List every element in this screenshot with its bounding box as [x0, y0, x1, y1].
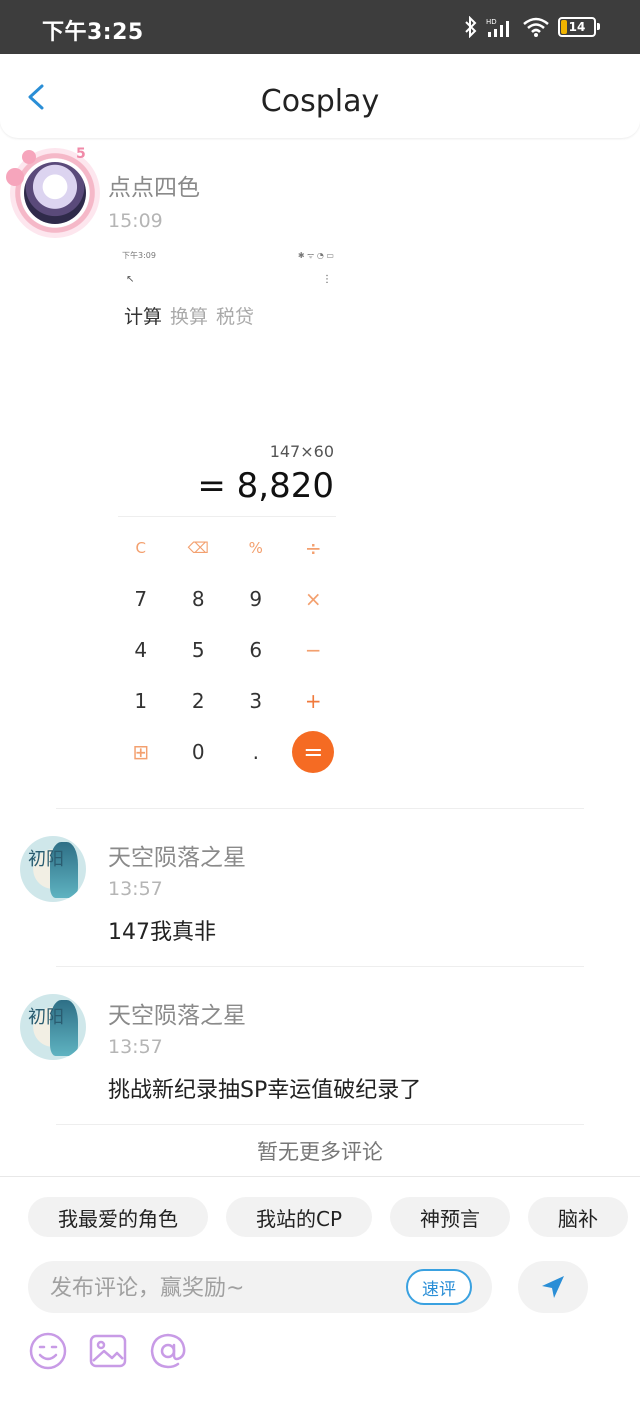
calc-key-equals: =: [285, 730, 343, 773]
calc-key: 0: [191, 739, 205, 764]
calc-key: 8: [191, 586, 205, 611]
svg-text:HD: HD: [486, 18, 497, 26]
keypad-row: 1 2 3 +: [112, 675, 342, 726]
image-menu-icon: ⋮: [322, 274, 332, 285]
status-icons: HD 14: [464, 14, 600, 40]
nav-bar: Cosplay: [0, 54, 640, 138]
topic-chip[interactable]: 我最爱的角色: [28, 1197, 208, 1237]
status-time: 下午3:25: [42, 20, 144, 45]
image-status-icons: ✱ ᯤ ◔ ▭: [297, 251, 334, 260]
calc-tab: 换算: [170, 306, 209, 328]
image-status-time: 下午3:09: [122, 251, 156, 260]
quick-review-button[interactable]: 速评: [406, 1269, 472, 1305]
frame-flower-decoration: [22, 150, 36, 164]
topic-chip[interactable]: 神预言: [390, 1197, 511, 1237]
commenter-avatar[interactable]: 初阳: [20, 994, 86, 1060]
keypad-row: 4 5 6 −: [112, 624, 342, 675]
calc-key: %: [248, 538, 263, 557]
frame-flower-decoration: [6, 168, 24, 186]
calc-key: 1: [134, 688, 148, 713]
status-bar: 下午3:25 HD 14: [0, 0, 640, 54]
at-icon: [150, 1333, 186, 1369]
calc-key: ×: [304, 586, 322, 611]
composer-tools: [28, 1331, 188, 1371]
calc-divider: [118, 516, 336, 517]
divider: [56, 808, 584, 809]
comment-time: 13:57: [108, 878, 163, 900]
wifi-icon: [523, 17, 549, 37]
divider: [56, 966, 584, 967]
battery-indicator: 14: [558, 17, 600, 37]
calc-key: .: [252, 739, 259, 764]
keypad-row: ⊞ 0 . =: [112, 726, 342, 777]
calc-key: 5: [191, 637, 205, 662]
calc-key: 9: [249, 586, 263, 611]
comment-input[interactable]: [48, 1269, 392, 1307]
calc-key: −: [304, 637, 322, 662]
topic-chip[interactable]: 我站的CP: [226, 1197, 373, 1237]
calc-key: 3: [249, 688, 263, 713]
calc-key: ÷: [304, 535, 322, 560]
calc-expression: 147×60: [269, 442, 334, 461]
calc-key: 7: [134, 586, 148, 611]
comment-input-box: 速评: [28, 1261, 492, 1313]
signal-icon: HD: [486, 18, 509, 37]
commenter-avatar[interactable]: 初阳: [20, 836, 86, 902]
image-icon: [89, 1334, 127, 1368]
emoji-icon: [29, 1332, 67, 1370]
bluetooth-icon: [465, 16, 477, 38]
emoji-button[interactable]: [28, 1331, 68, 1371]
calc-keypad: C ⌫ % ÷ 7 8 9 × 4 5 6 − 1 2 3 + ⊞ 0 . =: [112, 522, 342, 777]
send-icon: [542, 1276, 564, 1298]
calc-tab: 计算: [124, 306, 163, 328]
topic-chip[interactable]: 脑补: [528, 1197, 629, 1237]
post-image[interactable]: 下午3:09 ✱ ᯤ ◔ ▭ ↖ ⋮ 计算 换算 税贷 147×60 = 8,820…: [112, 244, 342, 784]
divider: [56, 1124, 584, 1125]
calc-key: 2: [191, 688, 205, 713]
comment-time: 13:57: [108, 1036, 163, 1058]
post-time: 15:09: [108, 210, 163, 232]
page-title: Cosplay: [260, 84, 380, 119]
calc-key: +: [304, 688, 322, 713]
calc-key: 4: [134, 637, 148, 662]
calc-key: ⊞: [132, 739, 150, 764]
topic-chips: 我最爱的角色 我站的CP 神预言 脑补: [28, 1197, 629, 1237]
calc-key: C: [135, 538, 146, 557]
comment-text: 147我真非: [108, 920, 216, 945]
comment-username[interactable]: 天空陨落之星: [108, 838, 246, 872]
comment-text: 挑战新纪录抽SP幸运值破纪录了: [108, 1078, 422, 1103]
keypad-row: 7 8 9 ×: [112, 573, 342, 624]
keypad-row: C ⌫ % ÷: [112, 522, 342, 573]
calc-key: ⌫: [187, 538, 209, 557]
comment-composer: 我最爱的角色 我站的CP 神预言 脑补 速评: [0, 1176, 640, 1423]
calculator-tabs: 计算 换算 税贷: [124, 302, 262, 329]
no-more-comments: 暂无更多评论: [257, 1140, 383, 1164]
send-button[interactable]: [518, 1261, 588, 1313]
image-arrow-icon: ↖: [126, 274, 135, 285]
avatar-image: [24, 162, 86, 224]
calc-result: = 8,820: [197, 466, 334, 506]
avatar-frame-badge: 5: [76, 146, 86, 162]
image-button[interactable]: [88, 1331, 128, 1371]
mention-button[interactable]: [148, 1331, 188, 1371]
comment-username[interactable]: 天空陨落之星: [108, 996, 246, 1030]
calc-key: 6: [249, 637, 263, 662]
post-username[interactable]: 点点四色: [108, 168, 200, 202]
calc-tab: 税贷: [216, 306, 255, 328]
